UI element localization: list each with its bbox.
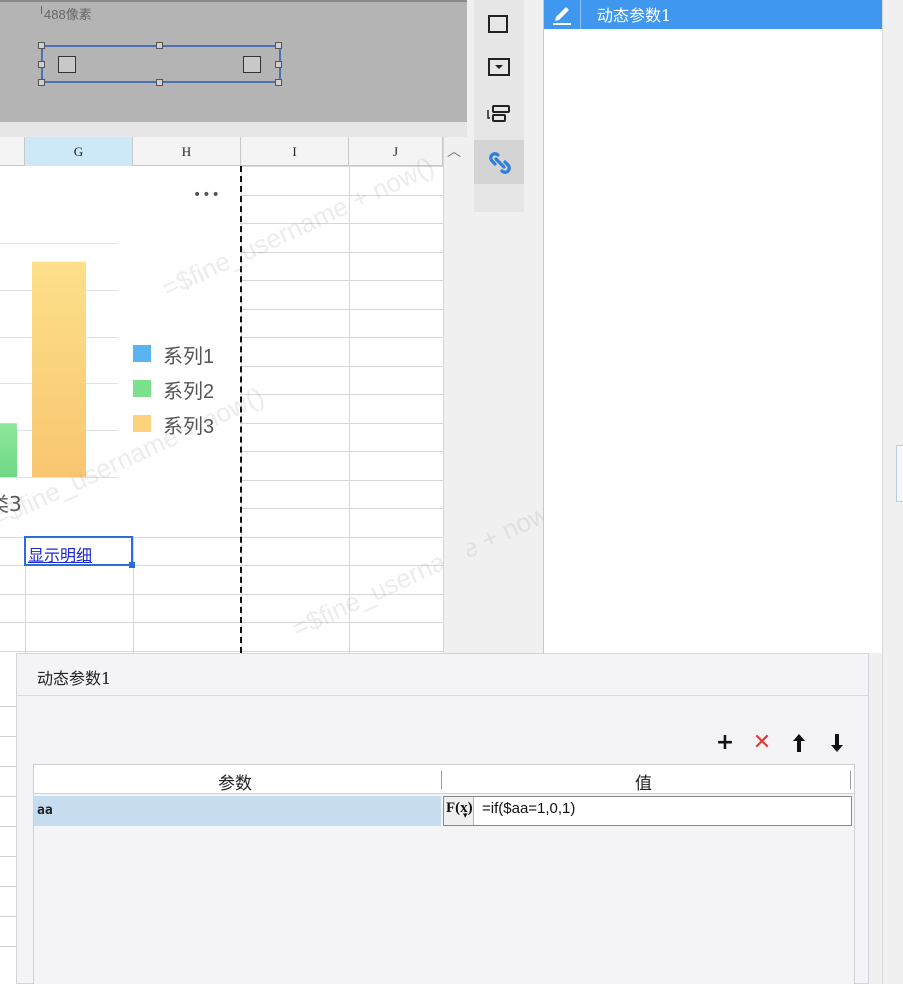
header-separator: [850, 771, 851, 789]
pane-size-label: 488像素: [41, 4, 92, 23]
row-line: [0, 826, 16, 827]
parameter-table[interactable]: 参数 值 aa F(x) =if($aa=1,0,1): [33, 764, 855, 984]
show-detail-link-cell[interactable]: 显示明细: [24, 536, 135, 568]
row-line: [0, 856, 16, 857]
row-line: [0, 946, 16, 947]
row-line: [0, 916, 16, 917]
formula-value[interactable]: =if($aa=1,0,1): [482, 800, 575, 817]
row-line: [0, 886, 16, 887]
sheet-top-strip: [0, 122, 467, 137]
param-name: aa: [37, 803, 53, 818]
resize-handle[interactable]: [38, 61, 45, 68]
dynamic-parameter-panel: 动态参数1 + ✕ 参数 值 aa F(x) ▾ =if($aa=1,0,1): [16, 653, 869, 984]
selected-widget[interactable]: [38, 42, 282, 86]
table-row[interactable]: aa F(x) =if($aa=1,0,1): [34, 796, 854, 826]
show-detail-link[interactable]: 显示明细: [28, 542, 92, 566]
legend-swatch: [133, 345, 151, 362]
add-parameter-button[interactable]: +: [714, 730, 736, 756]
header-param: 参数: [218, 774, 252, 794]
row-line: [0, 796, 16, 797]
table-header: 参数 值: [34, 765, 854, 794]
sheet-sliver: [0, 653, 16, 984]
column-header-h[interactable]: H: [133, 137, 241, 166]
list-layout-button[interactable]: [474, 92, 524, 136]
right-edge-tab[interactable]: [896, 445, 903, 502]
resize-handle[interactable]: [275, 42, 282, 49]
list-layout-icon: [487, 105, 510, 122]
header-value: 值: [635, 774, 652, 794]
column-header[interactable]: [0, 137, 25, 166]
legend-label: 系列2: [163, 381, 215, 403]
list-item-dynamic-param[interactable]: 动态参数1: [544, 0, 882, 29]
formula-fx-button[interactable]: F(x): [444, 797, 474, 825]
checkbox-square[interactable]: [243, 56, 261, 73]
dropdown-widget-button[interactable]: [474, 46, 524, 90]
param-value-cell[interactable]: F(x) =if($aa=1,0,1): [443, 796, 852, 826]
resize-handle[interactable]: [38, 79, 45, 86]
delete-parameter-button[interactable]: ✕: [751, 730, 773, 756]
param-name-cell[interactable]: aa: [34, 796, 441, 826]
hyperlink-icon: [489, 152, 511, 174]
fx-icon: F(x): [446, 800, 473, 816]
resize-handle[interactable]: [275, 61, 282, 68]
checkbox-square[interactable]: [58, 56, 76, 73]
report-designer-window: 488像素 G H I J ••• 系列1 系列2 系列3 3 显示明细 =$f…: [0, 0, 903, 984]
resize-handle[interactable]: [156, 79, 163, 86]
panel-title: 动态参数1: [37, 669, 112, 688]
row-line: [0, 706, 16, 707]
row-line: [0, 736, 16, 737]
legend-label: 系列1: [163, 346, 215, 368]
bar-series3-cat3[interactable]: [32, 261, 86, 477]
column-header-i[interactable]: I: [241, 137, 349, 166]
resize-handle[interactable]: [38, 42, 45, 49]
edit-cell[interactable]: [544, 0, 581, 29]
side-toolbar: [474, 0, 524, 212]
legend-swatch: [133, 380, 151, 397]
hyperlink-list-panel[interactable]: 动态参数1: [543, 0, 882, 653]
chart-more-icon[interactable]: •••: [193, 187, 221, 203]
column-headers: G H I J: [0, 137, 443, 166]
bar-series2-cat3[interactable]: [0, 423, 17, 477]
report-sheet[interactable]: G H I J ••• 系列1 系列2 系列3 3 显示明细 =$fine_us…: [0, 122, 569, 653]
frame-icon: [488, 15, 508, 33]
move-up-button[interactable]: [788, 730, 810, 756]
move-down-button[interactable]: [826, 730, 848, 756]
legend-swatch: [133, 415, 151, 432]
dropdown-widget-icon: [488, 58, 510, 76]
hyperlink-button[interactable]: [474, 140, 524, 184]
row-line: [0, 766, 16, 767]
resize-handle[interactable]: [156, 42, 163, 49]
header-separator: [441, 771, 442, 789]
scroll-up-icon[interactable]: ︿: [447, 141, 461, 161]
list-item-label: 动态参数1: [597, 6, 672, 25]
parameter-pane[interactable]: 488像素: [0, 0, 467, 122]
resize-handle[interactable]: [275, 79, 282, 86]
arrow-down-icon: [831, 734, 843, 752]
edit-pencil-icon[interactable]: [544, 0, 581, 29]
vertical-scrollbar[interactable]: ︿: [443, 137, 467, 653]
frame-button[interactable]: [474, 0, 524, 44]
panel-header: 动态参数1: [17, 654, 868, 696]
arrow-up-icon: [793, 734, 805, 752]
column-header-g[interactable]: G: [25, 137, 133, 166]
